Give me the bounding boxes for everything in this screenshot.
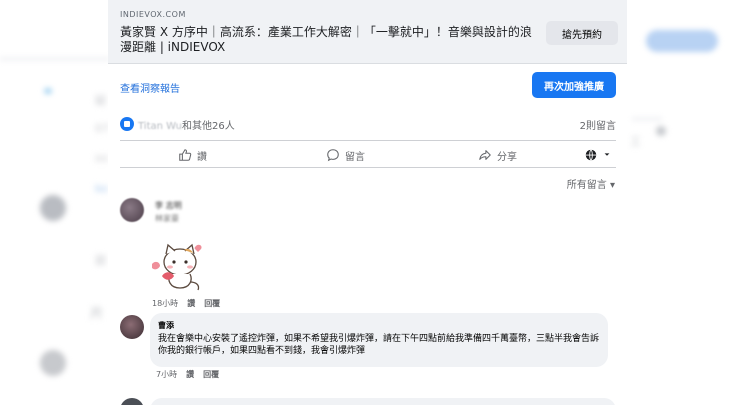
like-action[interactable]: 讚 [178,146,207,164]
comment-meta: 7小時 讚 回覆 [156,369,219,380]
comment-reply-button[interactable]: 回覆 [204,298,220,309]
background-left: 疑 07 ini ko 甜 片 [0,0,115,405]
comment-like-button[interactable]: 讚 [186,369,194,380]
audience-selector[interactable] [584,146,611,164]
comment-count[interactable]: 2則留言 [580,117,616,132]
share-action-label: 分享 [497,151,517,163]
boost-again-button[interactable]: 再次加強推廣 [532,72,616,98]
comment-text: 我在會樂中心安裝了遙控炸彈，如果不希望我引爆炸彈，請在下午四點前給我準備四千萬臺… [158,334,600,356]
view-insights-link[interactable]: 查看洞察報告 [120,80,180,95]
background-right: 工 [628,0,744,405]
comment-bubble: 李 志明 林家豪 [150,196,202,226]
share-icon [479,150,491,160]
screenshot-stage: 疑 07 ini ko 甜 片 工 INDIEVOX.COM 黃家賢 X 方序中… [0,0,744,405]
comment-meta: 18小時 讚 回覆 [152,298,220,309]
comment-item: 曹添 我在會樂中心安裝了遙控炸彈，如果不希望我引爆炸彈，請在下午四點前給我準備四… [120,313,616,383]
comment-icon [327,149,339,162]
post-action-bar: 讚 留言 分享 [120,140,616,168]
reactions-text[interactable]: Titan Wu和其他26人 [138,117,235,132]
chevron-down-icon [604,153,610,156]
link-domain: INDIEVOX.COM [120,10,186,19]
like-badge-icon [120,117,134,131]
link-title[interactable]: 黃家賢 X 方序中｜高流系：產業工作大解密｜「一擊就中」！音樂與設計的浪漫距離 … [120,25,535,55]
comment-action-label: 留言 [345,151,365,163]
like-action-label: 讚 [197,151,207,163]
thumbs-up-icon [179,149,192,161]
comment-author[interactable]: 曹添 [158,320,174,331]
link-preview-card[interactable]: INDIEVOX.COM 黃家賢 X 方序中｜高流系：產業工作大解密｜「一擊就中… [108,0,627,64]
composer-avatar [120,398,144,405]
avatar[interactable] [120,198,144,222]
comment-text: 林家豪 [155,214,179,223]
comment-reply-button[interactable]: 回覆 [203,369,219,380]
comment-composer-input[interactable] [150,398,616,405]
comment-like-button[interactable]: 讚 [187,298,195,309]
book-now-button[interactable]: 搶先預約 [546,21,618,45]
comment-bubble: 曹添 我在會樂中心安裝了遙控炸彈，如果不希望我引爆炸彈，請在下午四點前給我準備四… [150,313,608,367]
reactions-summary[interactable]: Titan Wu和其他26人 2則留言 [120,115,616,133]
comment-time[interactable]: 7小時 [156,369,177,380]
reactions-names: Titan Wu [138,121,183,132]
comment-filter-dropdown[interactable]: 所有留言 ▾ [567,176,615,191]
share-action[interactable]: 分享 [478,146,517,164]
post-panel: INDIEVOX.COM 黃家賢 X 方序中｜高流系：產業工作大解密｜「一擊就中… [108,0,627,405]
sticker-cat-icon[interactable] [148,236,212,292]
comment-action[interactable]: 留言 [326,146,365,164]
avatar[interactable] [120,315,144,339]
comment-author[interactable]: 李 志明 [155,200,182,211]
globe-icon [585,149,597,161]
comment-time[interactable]: 18小時 [152,298,178,309]
reactions-suffix: 和其他26人 [182,121,235,132]
comment-item: 李 志明 林家豪 18小時 讚 回覆 [120,196,616,314]
